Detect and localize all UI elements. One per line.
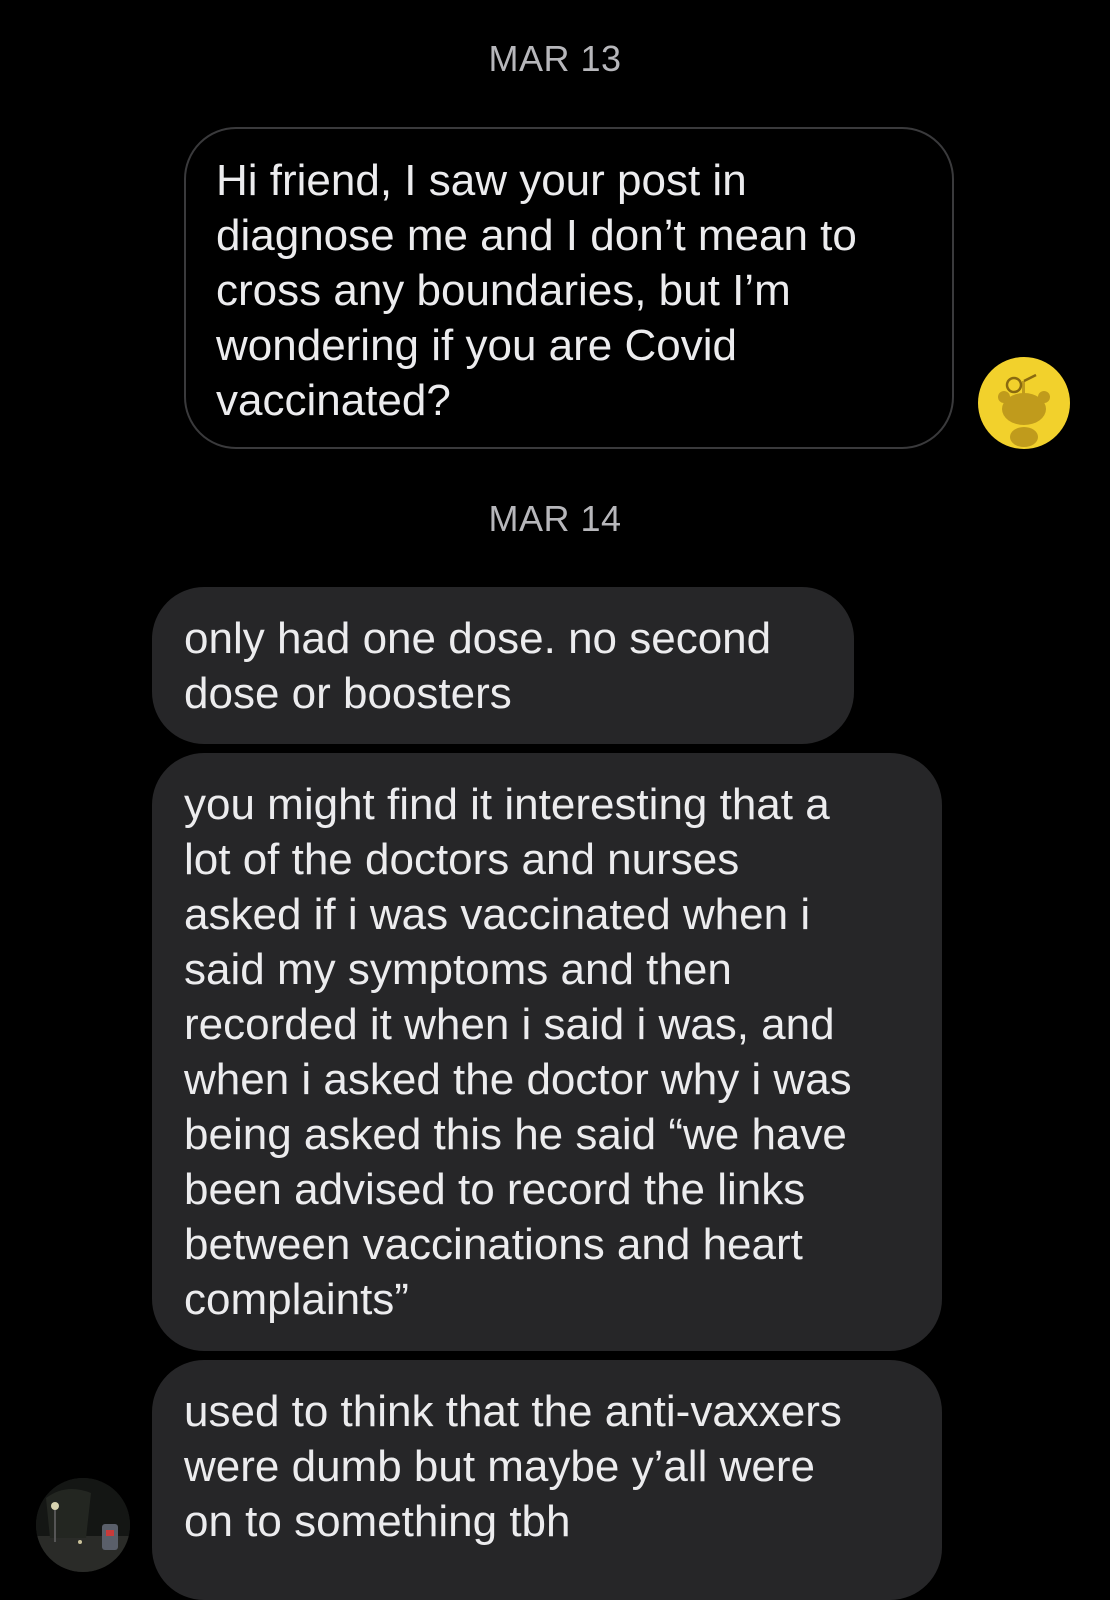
date-separator: MAR 13 — [488, 38, 622, 79]
incoming-message-bubble[interactable]: only had one dose. no second dose or boo… — [152, 587, 854, 744]
incoming-message-bubble[interactable]: used to think that the anti-vaxxers were… — [152, 1360, 942, 1600]
incoming-message-bubble[interactable]: you might find it interesting that a lot… — [152, 753, 942, 1351]
date-separator: MAR 14 — [488, 498, 622, 539]
outgoing-message-bubble[interactable]: Hi friend, I saw your post in diagnose m… — [184, 127, 954, 449]
avatar[interactable] — [36, 1478, 130, 1572]
reddit-snoo-icon[interactable] — [978, 357, 1070, 449]
